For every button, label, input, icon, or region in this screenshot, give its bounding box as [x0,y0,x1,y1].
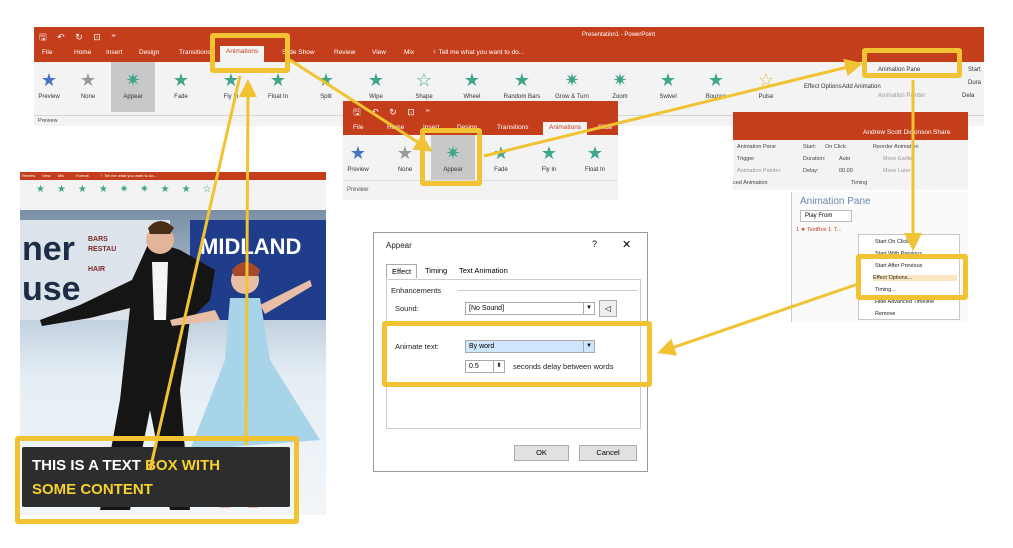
arrow-textbox-to-tab [238,79,257,446]
arrow-appear-to-pane [483,58,863,158]
arrow-tab-to-appear [289,58,433,152]
arrow-menu-to-dialog [657,282,859,356]
connector-arrows [148,58,922,471]
arrow-tab-to-textbox [148,75,242,471]
